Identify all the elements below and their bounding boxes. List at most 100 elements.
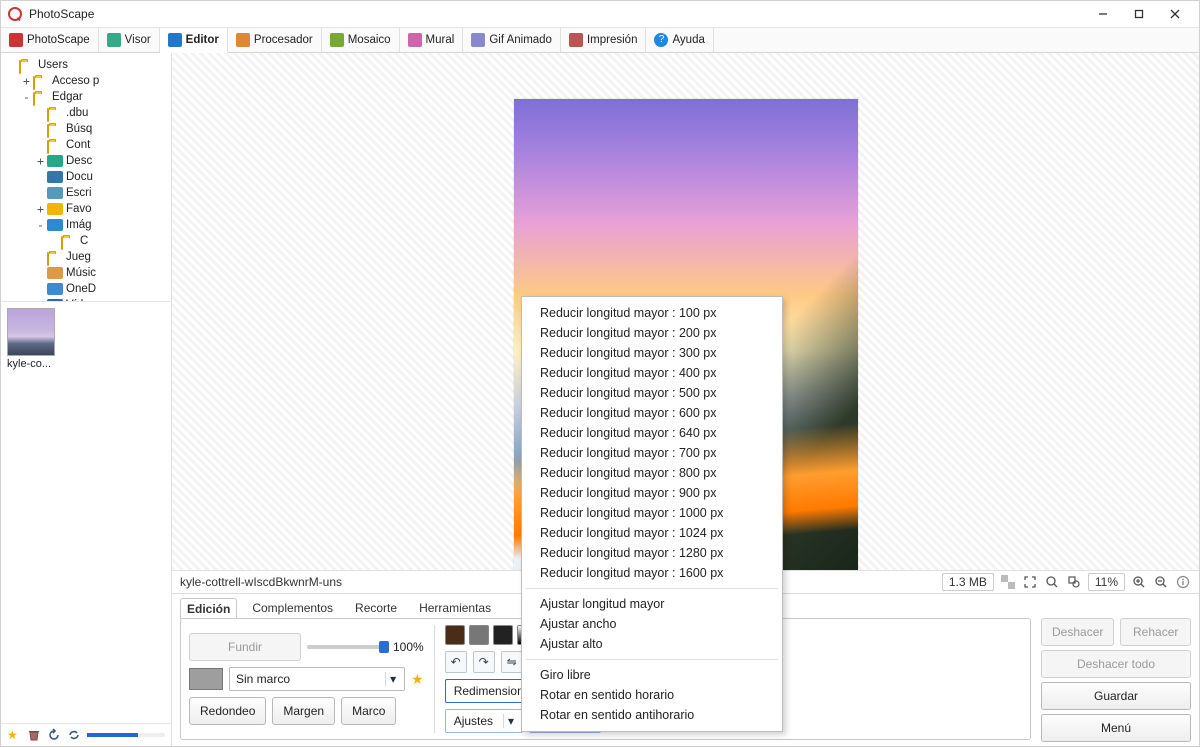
menu-item[interactable]: Rotar en sentido antihorario [522,705,782,725]
folder-tree[interactable]: Users+Acceso p-Edgar.dbuBúsqCont+DescDoc… [1,53,171,301]
tree-item[interactable]: +Desc [7,153,169,169]
margen-button[interactable]: Margen [272,697,335,725]
menu-item[interactable]: Reducir longitud mayor : 640 px [522,423,782,443]
rotate-left-icon[interactable]: ↶ [445,651,467,673]
info-icon[interactable] [1175,574,1191,590]
tab-gif-animado[interactable]: Gif Animado [463,28,561,52]
tree-item[interactable]: OneD [7,281,169,297]
menu-item[interactable]: Ajustar longitud mayor [522,594,782,614]
tab-mosaico[interactable]: Mosaico [322,28,400,52]
tree-twisty[interactable]: + [21,73,32,89]
tree-item[interactable]: C [7,233,169,249]
tree-item[interactable]: Músic [7,265,169,281]
tree-item[interactable]: +Acceso p [7,73,169,89]
refresh-icon[interactable] [67,728,81,742]
menu-item[interactable]: Reducir longitud mayor : 200 px [522,323,782,343]
menu-item[interactable]: Reducir longitud mayor : 700 px [522,443,782,463]
swatch-bw[interactable] [493,625,513,645]
tree-item[interactable]: Jueg [7,249,169,265]
zoom-in-icon[interactable] [1131,574,1147,590]
tree-item[interactable]: +Favo [7,201,169,217]
star-icon[interactable]: ★ [411,671,424,688]
tab-icon [107,33,121,47]
tree-item[interactable]: Users [7,57,169,73]
close-button[interactable] [1157,1,1193,27]
frame-select-label: Sin marco [236,672,290,686]
tab-photoscape[interactable]: PhotoScape [1,28,99,52]
tab-impresión[interactable]: Impresión [561,28,647,52]
edit-tab-recorte[interactable]: Recorte [348,597,404,618]
tab-ayuda[interactable]: ?Ayuda [646,28,713,52]
tab-procesador[interactable]: Procesador [228,28,322,52]
edit-tab-herramientas[interactable]: Herramientas [412,597,498,618]
menu-item[interactable]: Reducir longitud mayor : 900 px [522,483,782,503]
tree-item[interactable]: Docu [7,169,169,185]
fundir-slider[interactable] [307,645,387,649]
redondeo-button[interactable]: Redondeo [189,697,266,725]
menu-item[interactable]: Ajustar ancho [522,614,782,634]
menu-item[interactable]: Reducir longitud mayor : 500 px [522,383,782,403]
menu-item[interactable]: Reducir longitud mayor : 100 px [522,303,782,323]
frame-select[interactable]: Sin marco ▾ [229,667,405,691]
trash-icon[interactable] [27,728,41,742]
swatch-gray[interactable] [469,625,489,645]
tab-mural[interactable]: Mural [400,28,464,52]
menu-item[interactable]: Giro libre [522,665,782,685]
minimize-button[interactable] [1085,1,1121,27]
frame-color[interactable] [189,668,223,690]
rotate-right-icon[interactable]: ↷ [473,651,495,673]
fundir-button[interactable]: Fundir [189,633,301,661]
tab-label: Procesador [254,34,313,46]
deshacer-todo-button[interactable]: Deshacer todo [1041,650,1191,678]
star-icon[interactable]: ★ [7,728,21,742]
menu-item[interactable]: Reducir longitud mayor : 1024 px [522,523,782,543]
rehacer-button[interactable]: Rehacer [1120,618,1191,646]
tab-label: Mural [426,34,455,46]
menu-item[interactable]: Ajustar alto [522,634,782,654]
thumbnail-panel[interactable]: kyle-co... [1,301,171,723]
menu-item[interactable]: Reducir longitud mayor : 1000 px [522,503,782,523]
tree-item[interactable]: .dbu [7,105,169,121]
menu-item[interactable]: Reducir longitud mayor : 1280 px [522,543,782,563]
menu-item[interactable]: Reducir longitud mayor : 600 px [522,403,782,423]
menu-item[interactable]: Reducir longitud mayor : 300 px [522,343,782,363]
swatch-sepia[interactable] [445,625,465,645]
menu-item[interactable]: Reducir longitud mayor : 800 px [522,463,782,483]
zoom-region-icon[interactable] [1066,574,1082,590]
menu-item[interactable]: Reducir longitud mayor : 400 px [522,363,782,383]
zoom-out-icon[interactable] [1153,574,1169,590]
menu-button[interactable]: Menú [1041,714,1191,742]
tree-label: Músic [66,265,96,281]
tree-item[interactable]: Escri [7,185,169,201]
tree-twisty[interactable]: + [35,153,46,169]
ajustes-dropdown[interactable]: Ajustes ▾ [445,709,523,733]
marco-button[interactable]: Marco [341,697,396,725]
tree-item[interactable]: Cont [7,137,169,153]
menu-item[interactable]: Rotar en sentido horario [522,685,782,705]
menu-item[interactable]: Reducir longitud mayor : 1600 px [522,563,782,583]
fit-icon[interactable] [1022,574,1038,590]
flip-h-icon[interactable]: ⇋ [501,651,523,673]
tree-twisty[interactable]: - [21,89,32,105]
rotate-icon[interactable] [47,728,61,742]
tree-label: OneD [66,281,96,297]
edit-tab-complementos[interactable]: Complementos [245,597,340,618]
maximize-button[interactable] [1121,1,1157,27]
tree-twisty[interactable]: - [35,217,46,233]
tab-editor[interactable]: Editor [160,28,228,53]
checker-icon[interactable] [1000,574,1016,590]
tree-item[interactable]: -Imág [7,217,169,233]
tree-item[interactable]: Búsq [7,121,169,137]
tree-item[interactable]: -Edgar [7,89,169,105]
resize-context-menu[interactable]: Reducir longitud mayor : 100 pxReducir l… [521,296,783,732]
zoom-actual-icon[interactable] [1044,574,1060,590]
tree-label: Users [38,57,68,73]
deshacer-button[interactable]: Deshacer [1041,618,1114,646]
tree-twisty[interactable]: + [35,201,46,217]
guardar-button[interactable]: Guardar [1041,682,1191,710]
tab-label: Visor [125,34,151,46]
right-button-panel: Deshacer Rehacer Deshacer todo Guardar M… [1041,594,1191,742]
edit-tab-edición[interactable]: Edición [180,598,237,619]
tab-visor[interactable]: Visor [99,28,160,52]
thumbnail-item[interactable]: kyle-co... [7,308,59,370]
